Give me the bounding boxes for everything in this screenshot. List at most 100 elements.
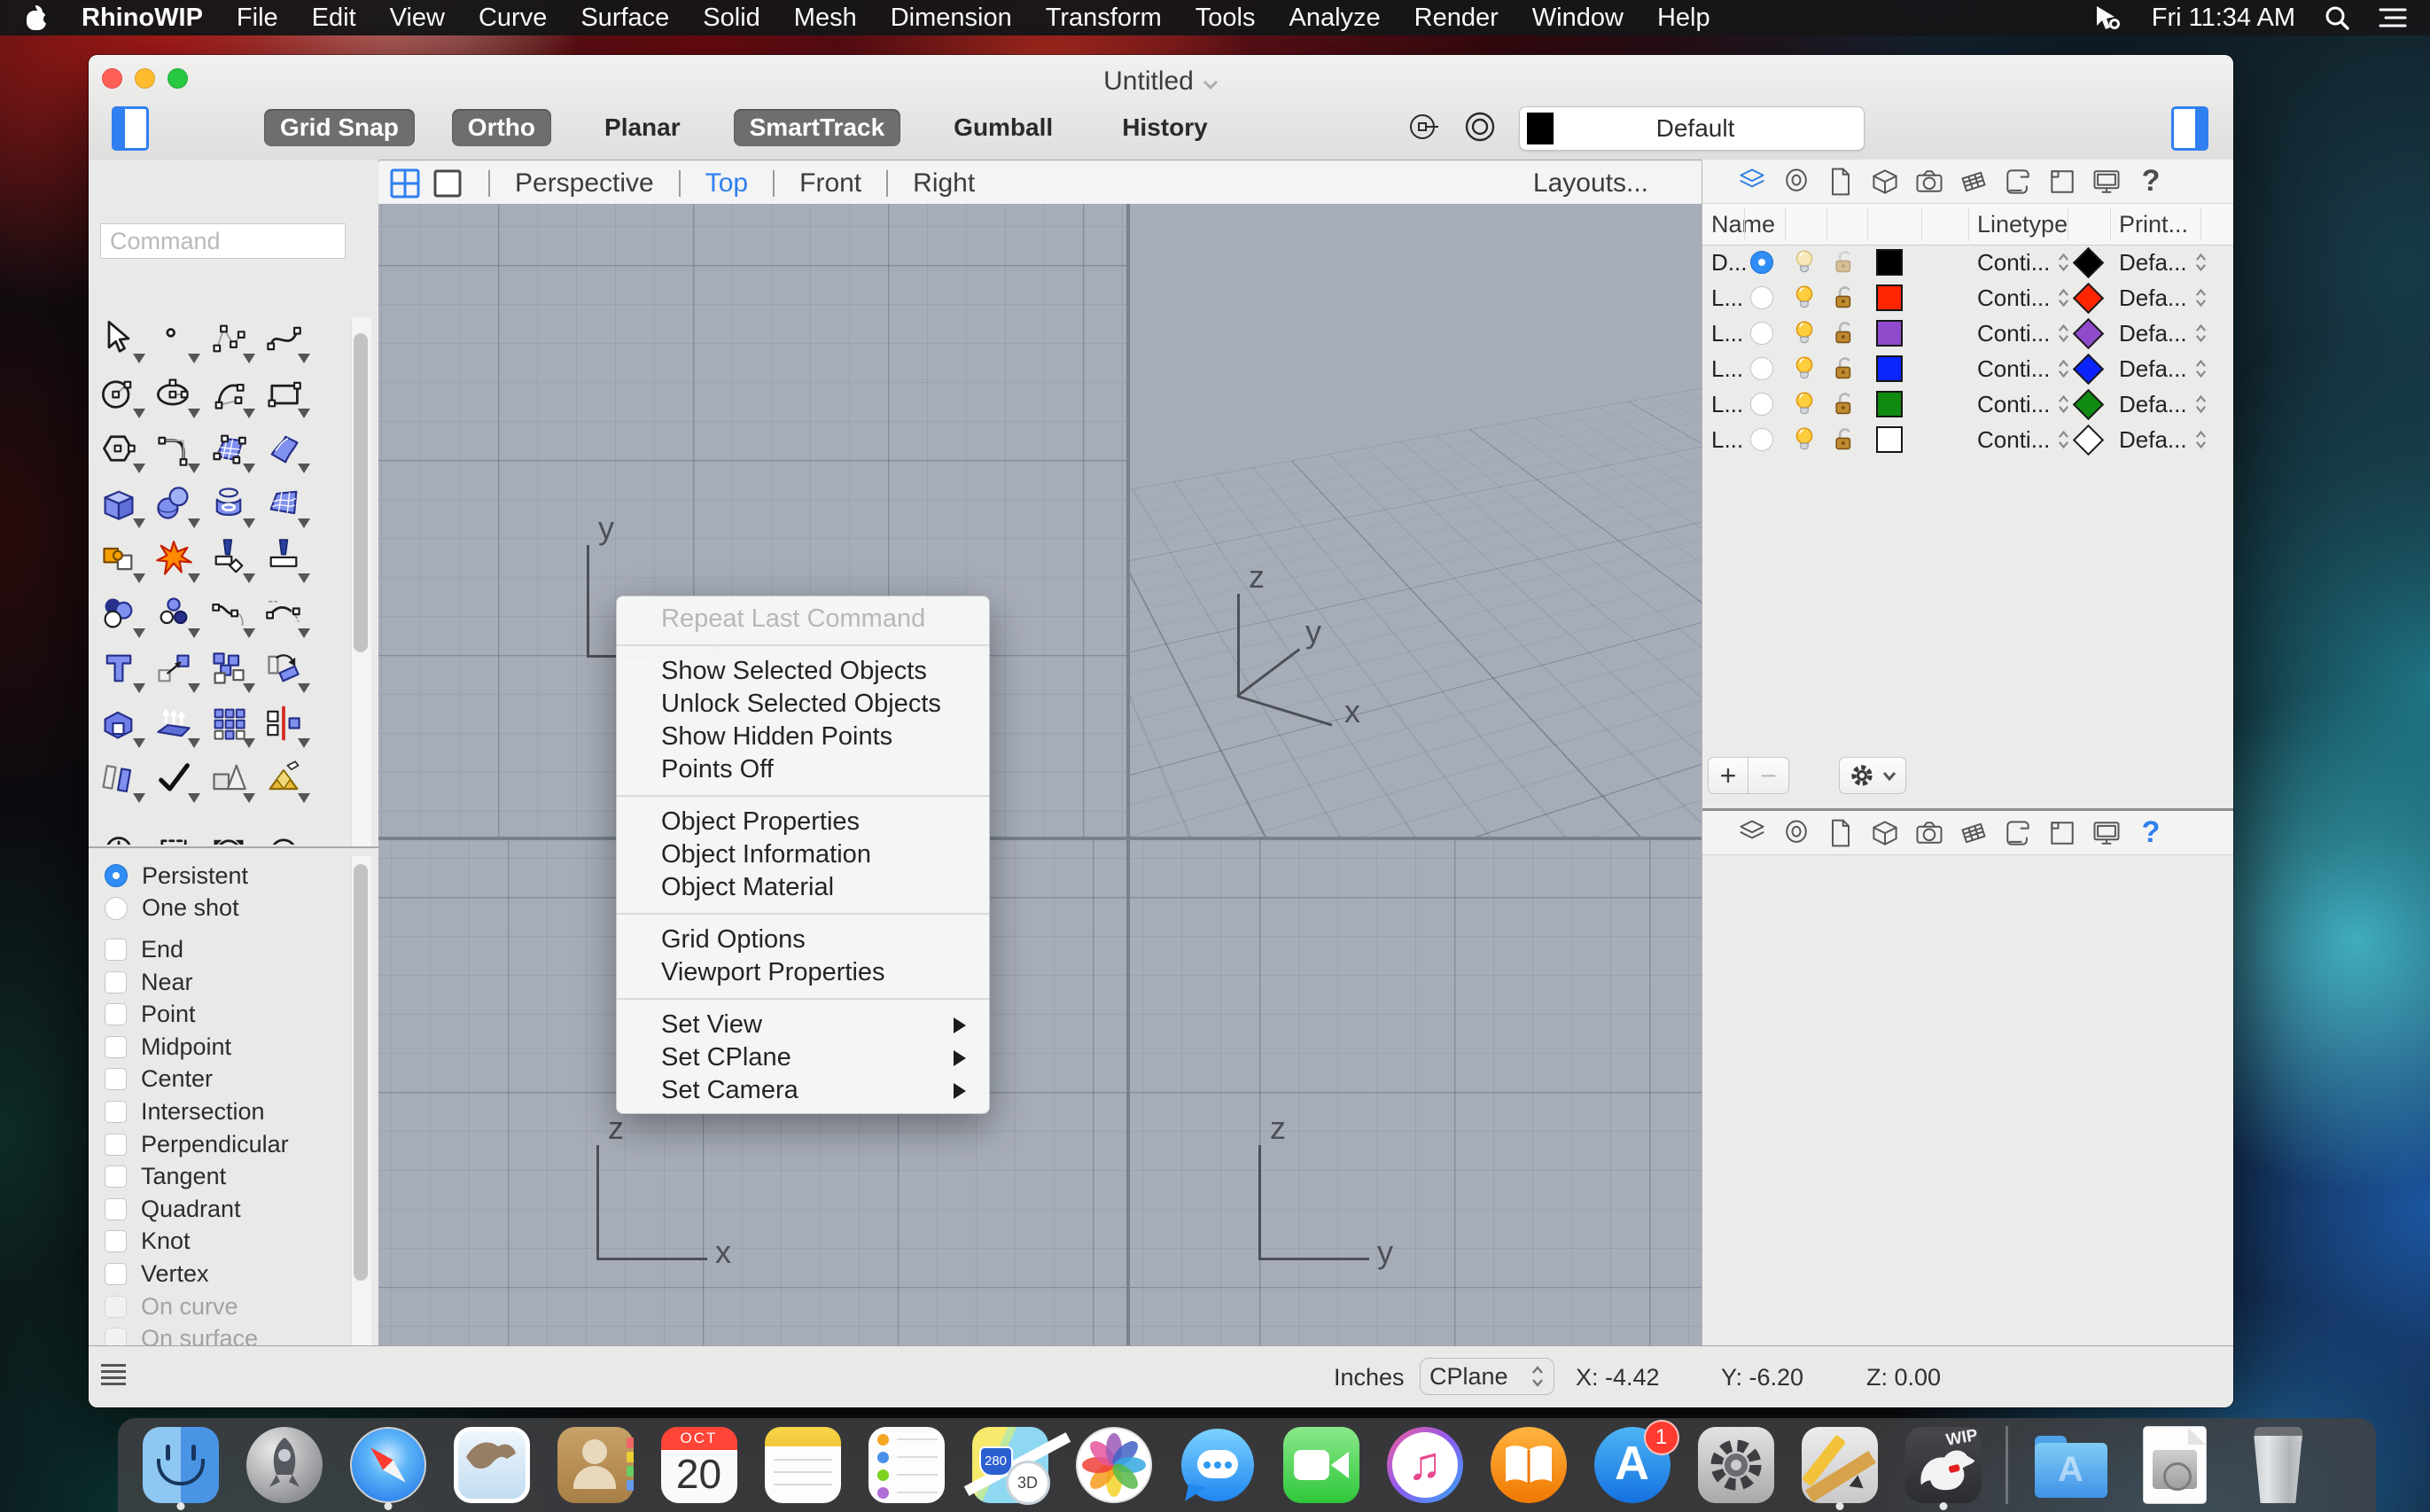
context-item-points-off[interactable]: Points Off	[617, 753, 989, 786]
tool-flyout-caret[interactable]	[133, 793, 145, 803]
tool-circle-partial[interactable]	[262, 812, 307, 845]
checkbox-icon[interactable]	[105, 1003, 127, 1026]
current-layer-radio[interactable]	[1750, 357, 1773, 380]
tool-sphere[interactable]	[152, 482, 200, 528]
context-item-object-properties[interactable]: Object Properties	[617, 806, 989, 838]
dock-item-itunes[interactable]: ♫	[1373, 1418, 1476, 1512]
tool-flyout-caret[interactable]	[133, 573, 145, 583]
layer-linetype-select[interactable]: Conti...	[1977, 316, 2070, 351]
layer-color-swatch[interactable]	[1876, 249, 1903, 276]
osnap-end[interactable]: End	[105, 933, 353, 966]
menu-curve[interactable]: Curve	[479, 4, 547, 33]
viewport-tab-perspective[interactable]: Perspective	[515, 168, 654, 199]
osnap-point[interactable]: Point	[105, 998, 353, 1031]
tool-select-dashed[interactable]	[152, 812, 197, 845]
tool-flyout-caret[interactable]	[243, 573, 255, 583]
menu-transform[interactable]: Transform	[1046, 4, 1162, 33]
toggle-ortho[interactable]: Ortho	[451, 109, 552, 146]
tool-surface-3pt[interactable]	[207, 427, 255, 473]
tool-boolean[interactable]	[97, 592, 145, 638]
units-label[interactable]: Inches	[1334, 1364, 1405, 1391]
viewport-tab-top[interactable]: Top	[705, 168, 748, 199]
dock-item-calendar[interactable]: OCT 20	[647, 1418, 751, 1512]
tool-flyout-caret[interactable]	[243, 793, 255, 803]
tool-flyout-caret[interactable]	[298, 793, 310, 803]
current-layer-radio[interactable]	[1750, 322, 1773, 345]
tool-copy[interactable]	[207, 647, 255, 693]
tools-scrollbar-thumb[interactable]	[354, 333, 368, 652]
layer-material-select[interactable]: Defa...	[2119, 316, 2208, 351]
toggle-gumball[interactable]: Gumball	[938, 109, 1069, 146]
dock-item-applications-folder[interactable]: A	[2019, 1418, 2122, 1512]
tool-move[interactable]	[152, 647, 200, 693]
layer-print-color[interactable]	[2072, 317, 2105, 349]
cplane-select[interactable]: CPlane	[1420, 1358, 1554, 1395]
layer-lock-icon[interactable]	[1830, 316, 1858, 351]
tool-flyout-caret[interactable]	[133, 464, 145, 473]
panel-tab-help-icon[interactable]: ?	[2135, 164, 2167, 198]
layer-color-swatch[interactable]	[1876, 284, 1903, 311]
tool-offset[interactable]	[97, 757, 145, 803]
layer-color-swatch[interactable]	[1876, 320, 1903, 347]
osnap-on-curve[interactable]: On curve	[105, 1290, 353, 1323]
dock-item-rhino-wip[interactable]: WIP	[1891, 1418, 1995, 1512]
tool-flyout-caret[interactable]	[133, 738, 145, 748]
layer-linetype-select[interactable]: Conti...	[1977, 280, 2070, 316]
context-item-unlock-selected-objects[interactable]: Unlock Selected Objects	[617, 688, 989, 721]
layer-lock-icon[interactable]	[1830, 422, 1858, 457]
layer-row[interactable]: D... Conti... Defa...	[1702, 245, 2233, 280]
panel-tab-target-icon[interactable]	[1780, 817, 1812, 849]
column-print[interactable]: Print...	[2119, 211, 2188, 238]
tool-ellipse[interactable]	[152, 372, 200, 418]
osnap-tangent[interactable]: Tangent	[105, 1160, 353, 1193]
apple-menu-icon[interactable]	[27, 5, 53, 30]
dock-item-draft-tool[interactable]	[1787, 1418, 1891, 1512]
menu-help[interactable]: Help	[1657, 4, 1710, 33]
menu-render[interactable]: Render	[1414, 4, 1499, 33]
tool-flyout-caret[interactable]	[298, 683, 310, 693]
four-pane-layout-icon[interactable]	[389, 168, 421, 199]
tool-flyout-caret[interactable]	[188, 628, 200, 638]
panel-tab-sheet-icon[interactable]	[2046, 817, 2078, 849]
tool-flyout-caret[interactable]	[243, 738, 255, 748]
panel-tab-box-icon[interactable]	[1869, 817, 1901, 849]
checkbox-icon[interactable]	[105, 1133, 127, 1156]
menu-mesh[interactable]: Mesh	[794, 4, 857, 33]
tool-flyout-caret[interactable]	[133, 354, 145, 363]
tool-blend[interactable]	[207, 592, 255, 638]
layer-settings-button[interactable]	[1839, 757, 1906, 794]
checkbox-icon[interactable]	[105, 1262, 127, 1285]
current-layer-radio[interactable]	[1750, 251, 1773, 274]
layer-material-select[interactable]: Defa...	[2119, 386, 2208, 422]
column-linetype[interactable]: Linetype	[1977, 211, 2068, 238]
tool-flyout-caret[interactable]	[133, 518, 145, 528]
tool-extrude[interactable]	[152, 702, 200, 748]
tool-extend[interactable]	[262, 592, 310, 638]
menu-app-name[interactable]: RhinoWIP	[82, 4, 203, 33]
tool-flyout-caret[interactable]	[188, 354, 200, 363]
checkbox-icon[interactable]	[105, 938, 127, 961]
tool-flyout-caret[interactable]	[243, 628, 255, 638]
checkbox-icon[interactable]	[105, 1035, 127, 1058]
layer-linetype-select[interactable]: Conti...	[1977, 351, 2070, 386]
layer-print-color[interactable]	[2072, 282, 2105, 314]
tool-flyout-caret[interactable]	[188, 464, 200, 473]
osnap-near[interactable]: Near	[105, 966, 353, 999]
layer-lock-icon[interactable]	[1830, 245, 1858, 280]
dock-item-contacts[interactable]	[543, 1418, 647, 1512]
osnap-quadrant[interactable]: Quadrant	[105, 1193, 353, 1226]
tool-primitives[interactable]	[207, 757, 255, 803]
layer-material-select[interactable]: Defa...	[2119, 280, 2208, 316]
panel-tab-scroll-icon[interactable]	[2002, 166, 2034, 198]
menu-list-icon[interactable]	[2379, 6, 2407, 29]
layer-color-swatch[interactable]	[1876, 355, 1903, 382]
panel-tab-display-icon[interactable]	[2091, 166, 2122, 198]
tool-split[interactable]	[262, 537, 310, 583]
tool-circle-add[interactable]	[97, 812, 142, 845]
layer-visibility-bulb[interactable]	[1789, 280, 1819, 316]
layer-material-select[interactable]: Defa...	[2119, 422, 2208, 457]
menu-tools[interactable]: Tools	[1196, 4, 1256, 33]
tool-select[interactable]	[97, 317, 145, 363]
dock-item-launchpad[interactable]	[232, 1418, 336, 1512]
tool-flyout-caret[interactable]	[188, 573, 200, 583]
